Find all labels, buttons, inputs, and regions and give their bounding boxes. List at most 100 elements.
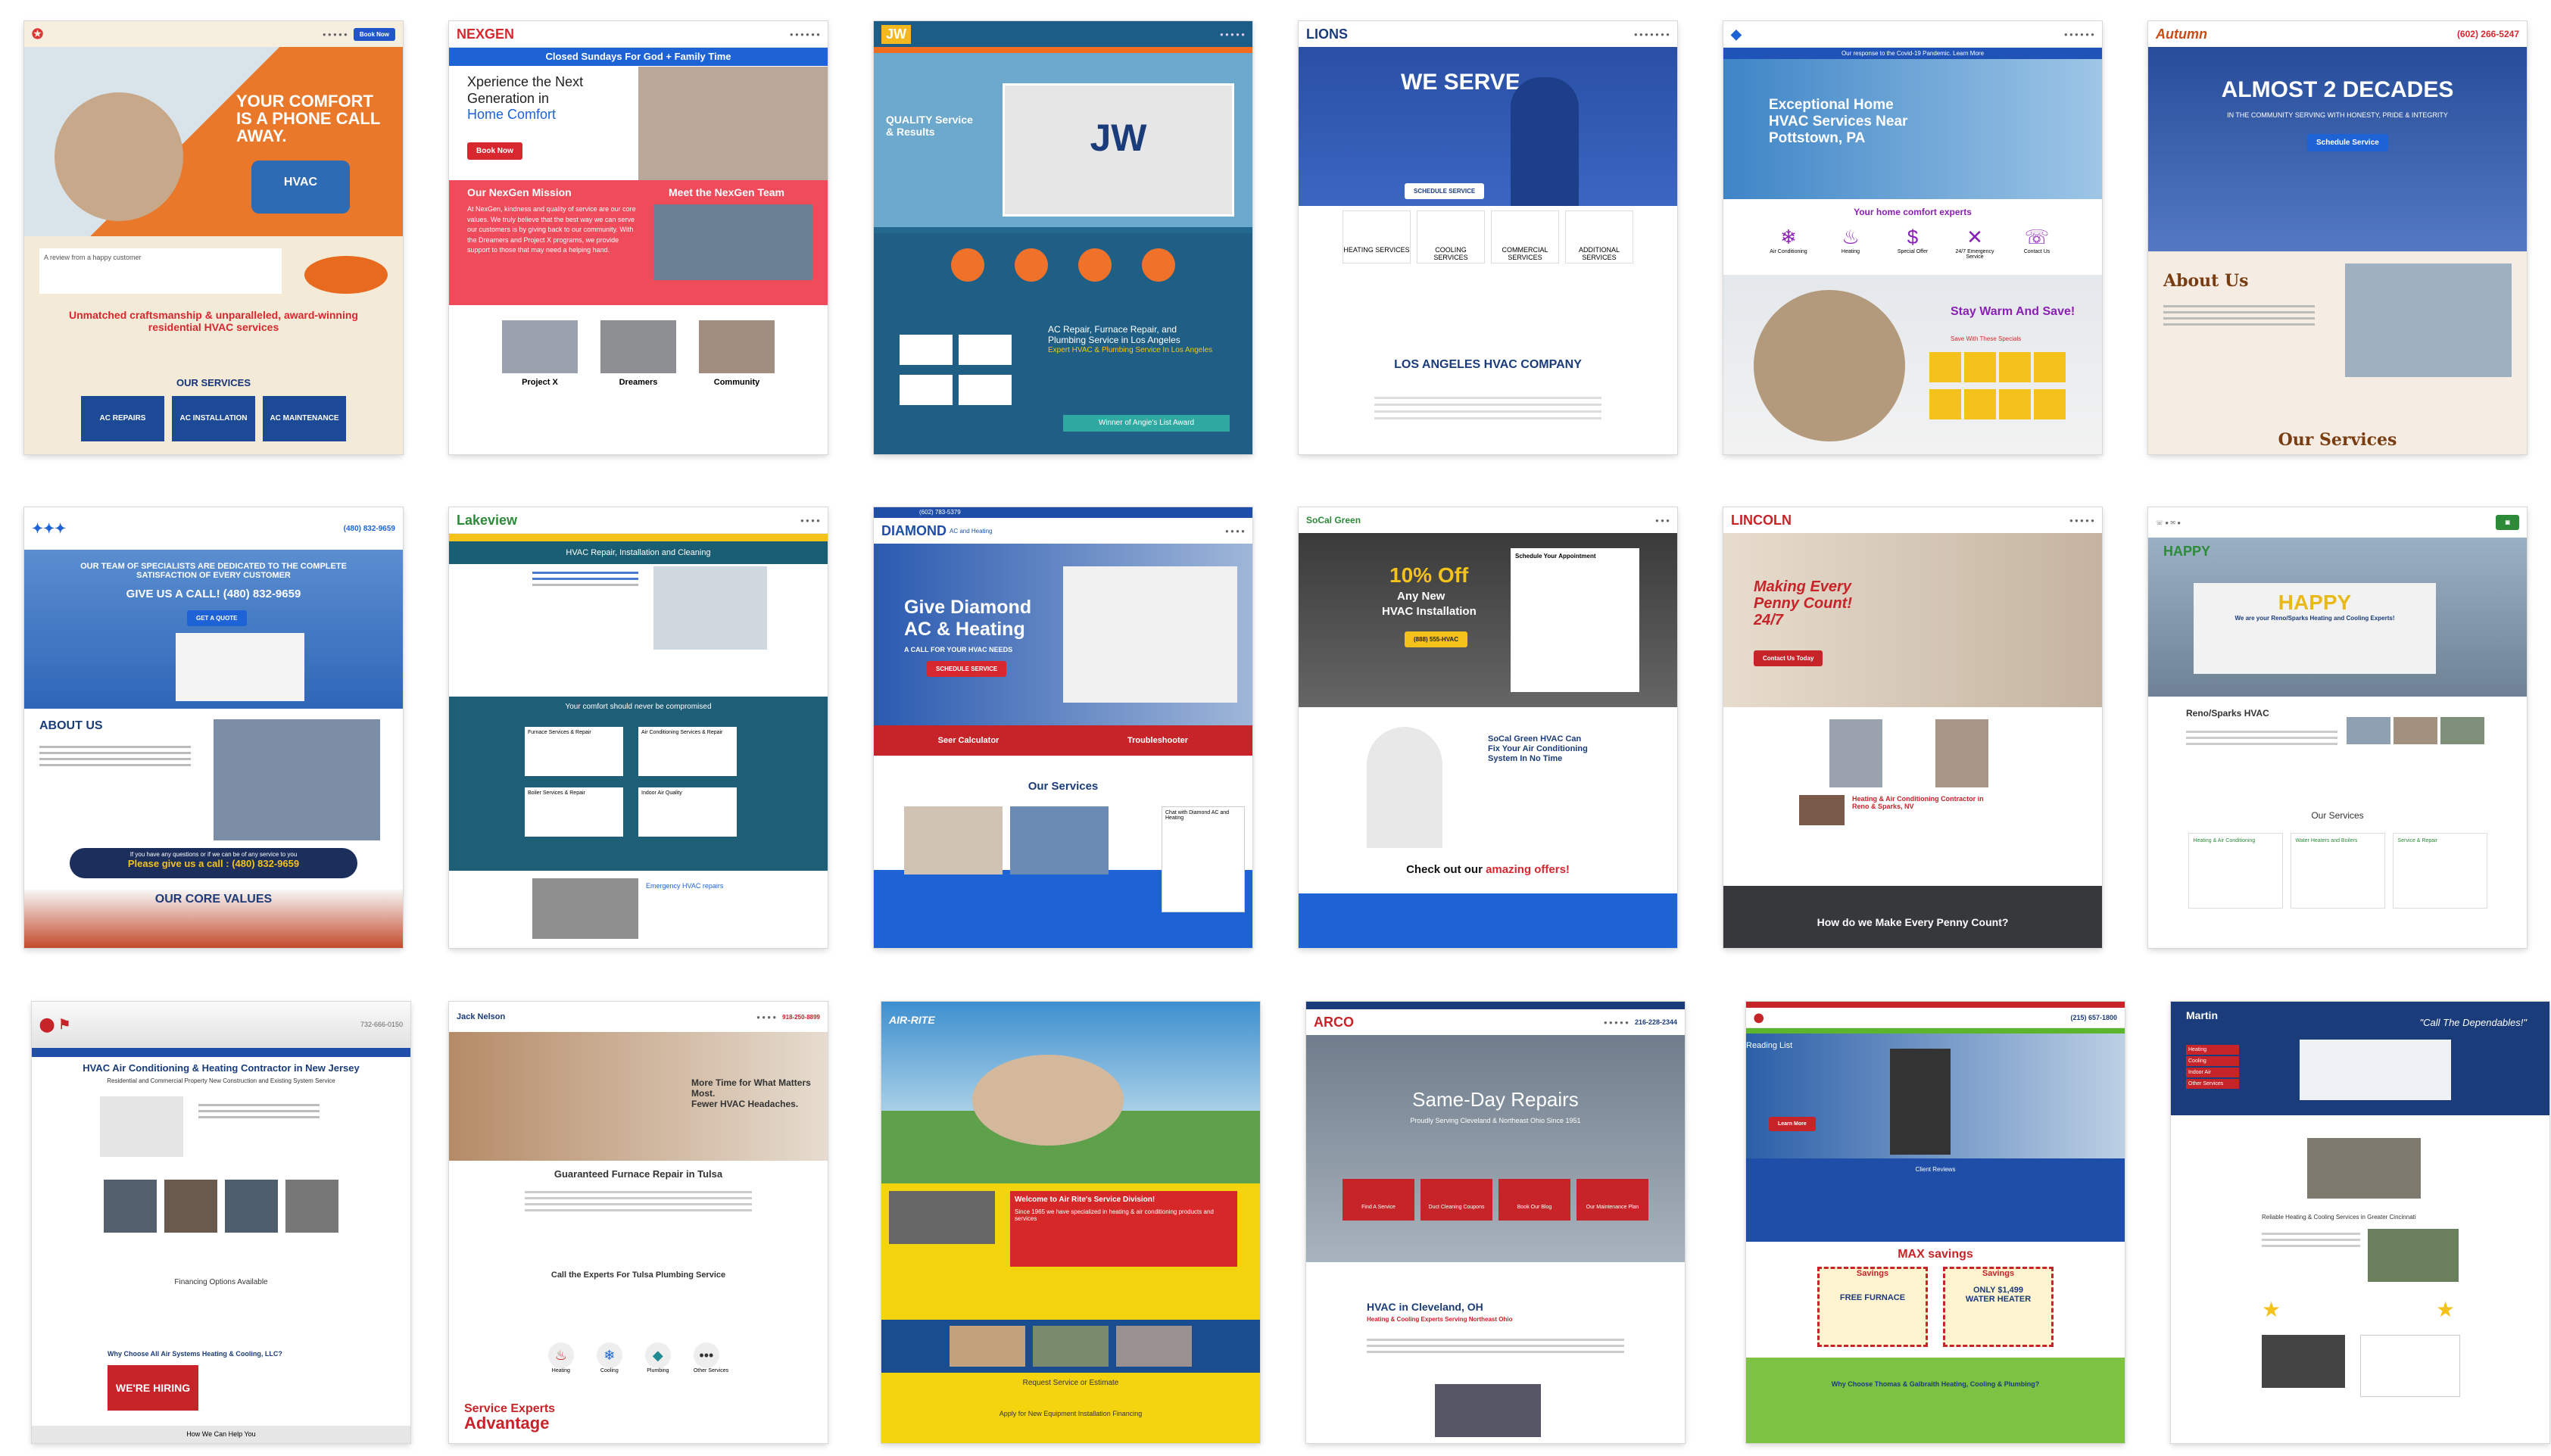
strip-photo[interactable] bbox=[1033, 1326, 1109, 1367]
badge[interactable] bbox=[959, 335, 1012, 365]
seer-calculator-link[interactable]: Seer Calculator bbox=[874, 725, 1063, 756]
site-logo[interactable]: Jack Nelson bbox=[457, 1012, 505, 1021]
site-logo[interactable]: ✪ bbox=[32, 27, 43, 42]
site-logo[interactable]: ✦✦✦ bbox=[32, 521, 66, 537]
service-icon-item[interactable]: $ Special Offer bbox=[1890, 226, 1935, 260]
service-icon[interactable] bbox=[1015, 248, 1048, 282]
program-card[interactable]: Project X bbox=[502, 320, 578, 387]
service-card[interactable]: AC MAINTENANCE bbox=[263, 396, 346, 441]
menu-item[interactable]: Heating bbox=[2186, 1045, 2239, 1055]
cta-tile[interactable]: Duct Cleaning Coupons bbox=[1421, 1179, 1492, 1221]
coupon[interactable] bbox=[2034, 389, 2066, 419]
phone-number[interactable]: (602) 266-5247 bbox=[2457, 29, 2519, 39]
site-thumbnail-5[interactable]: ◆ ● ● ● ● ● ● Our response to the Covid-1… bbox=[1723, 21, 2102, 454]
site-logo[interactable]: SoCal Green bbox=[1306, 515, 1361, 525]
financing-heading[interactable]: Apply for New Equipment Installation Fin… bbox=[881, 1387, 1260, 1417]
service-box[interactable]: Boiler Services & Repair bbox=[525, 787, 623, 837]
nav-links[interactable]: ● ● ● ● ● bbox=[323, 31, 348, 38]
site-logo[interactable]: ⬤ ⚑ bbox=[39, 1017, 70, 1033]
cta-tile[interactable]: Book Our Blog bbox=[1498, 1179, 1570, 1221]
site-logo[interactable]: Lakeview bbox=[457, 513, 517, 528]
phone-number[interactable]: (480) 832-9659 bbox=[344, 525, 395, 533]
call-button[interactable]: (888) 555-HVAC bbox=[1405, 631, 1467, 647]
service-tile[interactable]: HEATING SERVICES bbox=[1343, 210, 1411, 263]
site-thumbnail-2[interactable]: NEXGEN ● ● ● ● ● ● Closed Sundays For Go… bbox=[449, 21, 828, 454]
service-tile[interactable]: ADDITIONAL SERVICES bbox=[1565, 210, 1633, 263]
service-icon[interactable] bbox=[1078, 248, 1112, 282]
video-thumbnail[interactable] bbox=[1435, 1384, 1541, 1437]
service-box[interactable]: Indoor Air Quality bbox=[638, 787, 737, 837]
coupon[interactable] bbox=[1929, 389, 1961, 419]
learn-more-button[interactable]: Learn More bbox=[1769, 1117, 1816, 1131]
schedule-button[interactable]: Schedule Service bbox=[2307, 134, 2388, 151]
troubleshooter-link[interactable]: Troubleshooter bbox=[1063, 725, 1252, 756]
phone-number[interactable]: 216-228-2344 bbox=[1635, 1018, 1677, 1026]
site-thumbnail-18[interactable]: Martin "Call The Dependables!" Heating C… bbox=[2171, 1002, 2549, 1443]
video-thumbnail[interactable] bbox=[2307, 1138, 2421, 1199]
service-icon-item[interactable]: ✕ 24/7 Emergency Service bbox=[1952, 226, 1997, 260]
service-icon-item[interactable]: ♨ Heating bbox=[547, 1342, 574, 1373]
badge[interactable] bbox=[900, 375, 953, 405]
service-tile[interactable]: COMMERCIAL SERVICES bbox=[1491, 210, 1559, 263]
service-card[interactable]: Water Heaters and Boilers bbox=[2290, 833, 2385, 909]
menu-item[interactable]: Indoor Air bbox=[2186, 1068, 2239, 1077]
site-thumbnail-8[interactable]: Lakeview ● ● ● ● HVAC Repair, Installatio… bbox=[449, 507, 828, 948]
service-photo[interactable] bbox=[225, 1180, 278, 1233]
service-icon[interactable] bbox=[951, 248, 984, 282]
site-logo[interactable]: HAPPY bbox=[2163, 544, 2210, 560]
nav-links[interactable]: ● ● ● ● bbox=[800, 517, 820, 524]
menu-item[interactable]: Cooling bbox=[2186, 1056, 2239, 1066]
phone-number[interactable]: 918-250-8899 bbox=[782, 1014, 820, 1021]
site-thumbnail-14[interactable]: Jack Nelson ● ● ● ● 918-250-8899 More Time… bbox=[449, 1002, 828, 1443]
nav-links[interactable]: ● ● ● bbox=[1655, 517, 1670, 524]
nav-links[interactable]: ● ● ● ● ● ● bbox=[790, 31, 820, 38]
site-logo[interactable]: AIR-RITE bbox=[889, 1014, 935, 1026]
nav-links[interactable]: ● ● ● ● ● ● bbox=[2064, 31, 2094, 38]
contact-button[interactable]: Contact Us Today bbox=[1754, 650, 1823, 666]
site-thumbnail-9[interactable]: (602) 783-5379 DIAMOND AC and Heating ● ● … bbox=[874, 507, 1252, 948]
site-thumbnail-17[interactable]: ⬤ (215) 657-1800 Reading List Learn More … bbox=[1746, 1002, 2125, 1443]
phone-number[interactable]: (215) 657-1800 bbox=[2070, 1014, 2117, 1021]
site-logo[interactable]: Martin bbox=[2186, 1009, 2218, 1021]
site-logo[interactable]: ARCO bbox=[1314, 1015, 1354, 1030]
menu-item[interactable]: Other Services bbox=[2186, 1079, 2239, 1089]
reading-list[interactable]: Reading List bbox=[1746, 1041, 1792, 1050]
nav-bar[interactable] bbox=[32, 1048, 410, 1057]
site-thumbnail-13[interactable]: ⬤ ⚑ 732-666-0150 HVAC Air Conditioning & … bbox=[32, 1002, 410, 1443]
service-photo[interactable] bbox=[904, 806, 1003, 875]
site-logo[interactable]: ◆ bbox=[1731, 27, 1742, 42]
strip-photo[interactable] bbox=[950, 1326, 1025, 1367]
badge[interactable] bbox=[900, 335, 953, 365]
coupon[interactable]: Savings ONLY $1,499 WATER HEATER bbox=[1943, 1267, 2054, 1347]
book-button[interactable]: Book Now bbox=[353, 27, 395, 41]
schedule-button[interactable]: SCHEDULE SERVICE bbox=[927, 661, 1007, 677]
site-logo[interactable]: NEXGEN bbox=[457, 27, 514, 42]
site-thumbnail-15[interactable]: AIR-RITE Welcome to Air Rite's Service D… bbox=[881, 1002, 1260, 1443]
service-icon-item[interactable]: ••• Other Services bbox=[693, 1342, 728, 1373]
strip-photo[interactable] bbox=[1116, 1326, 1192, 1367]
service-photo[interactable] bbox=[1010, 806, 1109, 875]
book-button[interactable]: Book Now bbox=[467, 142, 522, 160]
video-thumbnail[interactable] bbox=[2262, 1335, 2345, 1388]
service-photo[interactable] bbox=[164, 1180, 217, 1233]
contact-links[interactable]: ☏ ● ✉ ● bbox=[2156, 519, 2181, 526]
coupon[interactable] bbox=[2034, 352, 2066, 382]
schedule-button[interactable]: ▣ bbox=[2496, 515, 2519, 530]
nav-links[interactable]: ● ● ● ● ● bbox=[1604, 1019, 1629, 1026]
service-card[interactable]: AC REPAIRS bbox=[81, 396, 164, 441]
schedule-button[interactable]: SCHEDULE SERVICE bbox=[1405, 183, 1485, 199]
grid-photo[interactable] bbox=[2440, 717, 2484, 744]
service-card[interactable]: Service & Repair bbox=[2392, 833, 2487, 909]
service-card[interactable]: Heating & Air Conditioning bbox=[2188, 833, 2283, 909]
site-thumbnail-16[interactable]: ARCO ● ● ● ● ● 216-228-2344 Same-Day Repai… bbox=[1306, 1002, 1685, 1443]
site-thumbnail-11[interactable]: LINCOLN ● ● ● ● ● Making Every Penny Count… bbox=[1723, 507, 2102, 948]
coupon[interactable] bbox=[1929, 352, 1961, 382]
program-card[interactable]: Dreamers bbox=[600, 320, 676, 387]
site-logo[interactable]: LINCOLN bbox=[1731, 513, 1792, 528]
coupon[interactable] bbox=[1964, 352, 1996, 382]
service-box[interactable]: Furnace Services & Repair bbox=[525, 727, 623, 776]
cta-tile[interactable]: Our Maintenance Plan bbox=[1576, 1179, 1648, 1221]
site-thumbnail-3[interactable]: JW ● ● ● ● ● QUALITY Service & Results J… bbox=[874, 21, 1252, 454]
covid-banner[interactable]: Our response to the Covid-19 Pandemic. L… bbox=[1723, 48, 2102, 60]
nav-links[interactable]: ● ● ● ● bbox=[756, 1014, 776, 1021]
